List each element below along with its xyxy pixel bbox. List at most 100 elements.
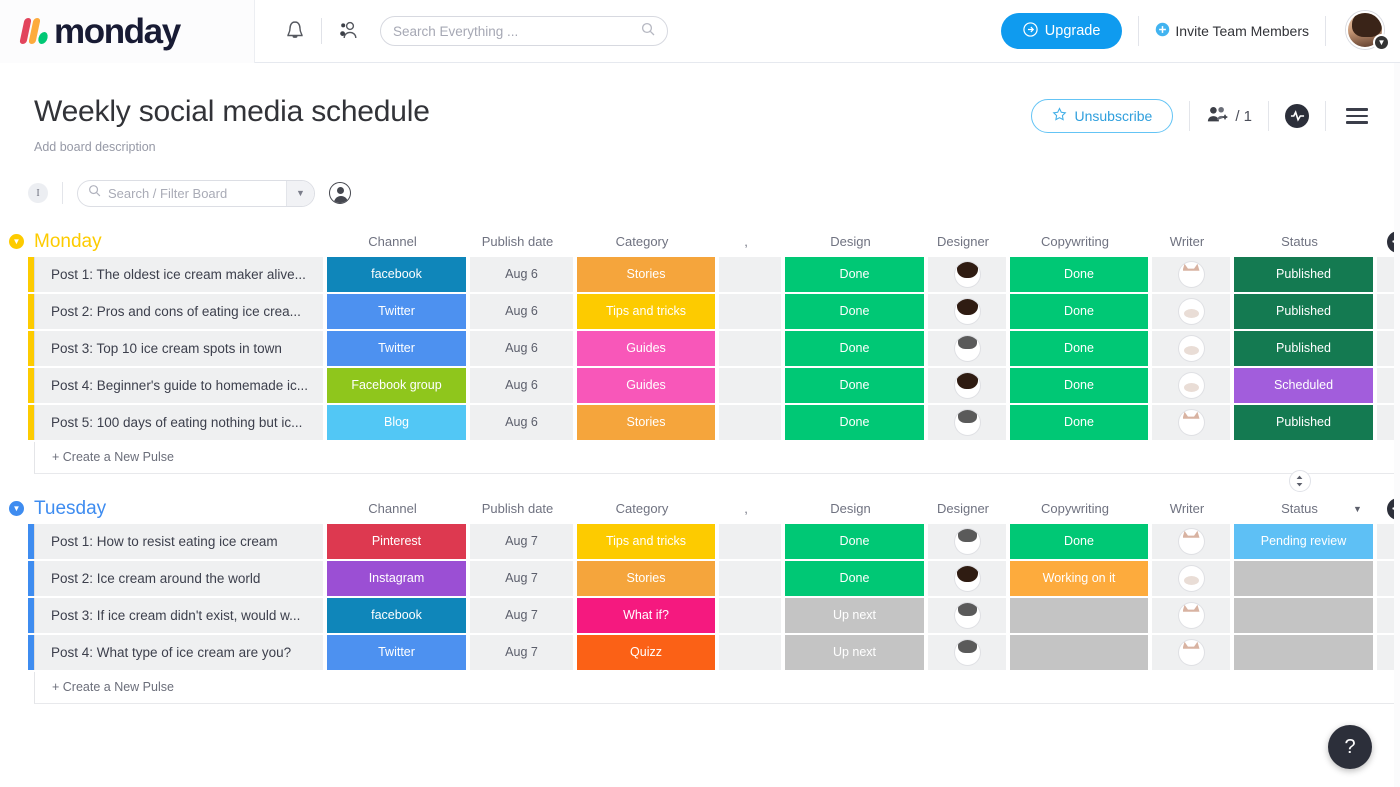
monday-logo[interactable]: monday — [0, 0, 255, 63]
cell-designer[interactable] — [928, 404, 1006, 440]
column-header-designer[interactable]: Designer — [924, 501, 1002, 516]
cell-designer[interactable] — [928, 634, 1006, 670]
cell-extra[interactable] — [719, 523, 781, 559]
row-title[interactable]: Post 3: If ice cream didn't exist, would… — [34, 597, 323, 633]
cell-designer[interactable] — [928, 597, 1006, 633]
cell-category[interactable]: Quizz — [577, 634, 715, 670]
column-header-channel[interactable]: Channel — [323, 234, 462, 249]
cell-copywriting[interactable]: Done — [1010, 293, 1148, 329]
table-row[interactable]: Post 4: Beginner's guide to homemade ic.… — [28, 367, 1400, 403]
cell-extra[interactable] — [719, 634, 781, 670]
row-title[interactable]: Post 3: Top 10 ice cream spots in town — [34, 330, 323, 366]
cell-publish-date[interactable]: Aug 6 — [470, 367, 573, 403]
cell-copywriting[interactable]: Working on it — [1010, 560, 1148, 596]
column-header-publish-date[interactable]: Publish date — [466, 501, 569, 516]
status-badge[interactable] — [1234, 597, 1373, 633]
hamburger-menu-icon[interactable] — [1342, 104, 1372, 127]
user-avatar-menu[interactable]: ▼ — [1346, 11, 1390, 51]
table-row[interactable]: Post 1: How to resist eating ice cream Pi… — [28, 523, 1400, 559]
cell-copywriting[interactable]: Done — [1010, 404, 1148, 440]
board-info-badge[interactable]: I — [28, 183, 48, 203]
cell-category[interactable]: What if? — [577, 597, 715, 633]
cell-writer[interactable] — [1152, 560, 1230, 596]
status-badge[interactable]: Published — [1234, 330, 1373, 366]
table-row[interactable]: Post 2: Pros and cons of eating ice crea… — [28, 293, 1400, 329]
cell-writer[interactable] — [1152, 634, 1230, 670]
global-search-input[interactable]: Search Everything ... — [380, 16, 668, 46]
column-header-[interactable]: , — [715, 501, 777, 516]
cell-copywriting[interactable]: Done — [1010, 330, 1148, 366]
cell-extra[interactable] — [719, 597, 781, 633]
cell-design[interactable]: Done — [785, 523, 924, 559]
cell-designer[interactable] — [928, 560, 1006, 596]
cell-extra[interactable] — [719, 256, 781, 292]
activity-pulse-icon[interactable] — [1285, 104, 1309, 128]
column-header-category[interactable]: Category — [573, 234, 711, 249]
cell-publish-date[interactable]: Aug 7 — [470, 597, 573, 633]
cell-publish-date[interactable]: Aug 6 — [470, 330, 573, 366]
cell-designer[interactable] — [928, 367, 1006, 403]
column-header-category[interactable]: Category — [573, 501, 711, 516]
cell-design[interactable]: Up next — [785, 634, 924, 670]
column-header-status[interactable]: Status — [1230, 234, 1369, 249]
cell-writer[interactable] — [1152, 404, 1230, 440]
cell-design[interactable]: Up next — [785, 597, 924, 633]
cell-extra[interactable] — [719, 293, 781, 329]
cell-channel[interactable]: Instagram — [327, 560, 466, 596]
status-badge[interactable]: Scheduled — [1234, 367, 1373, 403]
cell-writer[interactable] — [1152, 523, 1230, 559]
invite-team-members-button[interactable]: Invite Team Members — [1155, 22, 1309, 40]
column-header-design[interactable]: Design — [781, 501, 920, 516]
cell-designer[interactable] — [928, 330, 1006, 366]
table-row[interactable]: Post 3: Top 10 ice cream spots in town Tw… — [28, 330, 1400, 366]
group-title[interactable]: Monday — [34, 231, 102, 253]
cell-writer[interactable] — [1152, 256, 1230, 292]
row-title[interactable]: Post 4: Beginner's guide to homemade ic.… — [34, 367, 323, 403]
cell-designer[interactable] — [928, 523, 1006, 559]
cell-writer[interactable] — [1152, 330, 1230, 366]
notification-bell-icon[interactable] — [275, 11, 315, 51]
column-header-copywriting[interactable]: Copywriting — [1006, 501, 1144, 516]
cell-design[interactable]: Done — [785, 404, 924, 440]
column-header-writer[interactable]: Writer — [1148, 501, 1226, 516]
row-title[interactable]: Post 1: How to resist eating ice cream — [34, 523, 323, 559]
cell-category[interactable]: Stories — [577, 560, 715, 596]
chevron-down-circle-icon[interactable]: ▼ — [9, 234, 24, 249]
cell-design[interactable]: Done — [785, 330, 924, 366]
vertical-scrollbar[interactable] — [1394, 63, 1400, 787]
table-row[interactable]: Post 3: If ice cream didn't exist, would… — [28, 597, 1400, 633]
cell-extra[interactable] — [719, 404, 781, 440]
cell-category[interactable]: Guides — [577, 330, 715, 366]
cell-copywriting[interactable] — [1010, 634, 1148, 670]
create-new-pulse-label[interactable]: + Create a New Pulse — [34, 441, 1400, 474]
create-new-pulse-row[interactable]: + Create a New Pulse — [28, 671, 1400, 704]
row-title[interactable]: Post 4: What type of ice cream are you? — [34, 634, 323, 670]
board-subscribers[interactable]: / 1 — [1206, 104, 1252, 128]
create-new-pulse-label[interactable]: + Create a New Pulse — [34, 671, 1400, 704]
cell-category[interactable]: Guides — [577, 367, 715, 403]
status-badge[interactable]: Published — [1234, 256, 1373, 292]
cell-channel[interactable]: Twitter — [327, 293, 466, 329]
cell-copywriting[interactable]: Done — [1010, 256, 1148, 292]
column-header-design[interactable]: Design — [781, 234, 920, 249]
cell-channel[interactable]: Facebook group — [327, 367, 466, 403]
cell-category[interactable]: Tips and tricks — [577, 293, 715, 329]
cell-channel[interactable]: Twitter — [327, 634, 466, 670]
table-row[interactable]: Post 4: What type of ice cream are you? T… — [28, 634, 1400, 670]
cell-design[interactable]: Done — [785, 256, 924, 292]
status-badge[interactable] — [1234, 634, 1373, 670]
chevron-down-icon[interactable]: ▼ — [286, 180, 314, 206]
cell-publish-date[interactable]: Aug 7 — [470, 560, 573, 596]
column-header-publish-date[interactable]: Publish date — [466, 234, 569, 249]
column-header-[interactable]: , — [715, 234, 777, 249]
cell-copywriting[interactable]: Done — [1010, 367, 1148, 403]
cell-writer[interactable] — [1152, 367, 1230, 403]
cell-publish-date[interactable]: Aug 6 — [470, 256, 573, 292]
status-badge[interactable]: Pending review — [1234, 523, 1373, 559]
row-title[interactable]: Post 5: 100 days of eating nothing but i… — [34, 404, 323, 440]
chevron-down-icon[interactable]: ▼ — [1373, 34, 1390, 51]
cell-category[interactable]: Stories — [577, 404, 715, 440]
row-title[interactable]: Post 2: Ice cream around the world — [34, 560, 323, 596]
cell-designer[interactable] — [928, 293, 1006, 329]
group-title[interactable]: Tuesday — [34, 498, 106, 520]
